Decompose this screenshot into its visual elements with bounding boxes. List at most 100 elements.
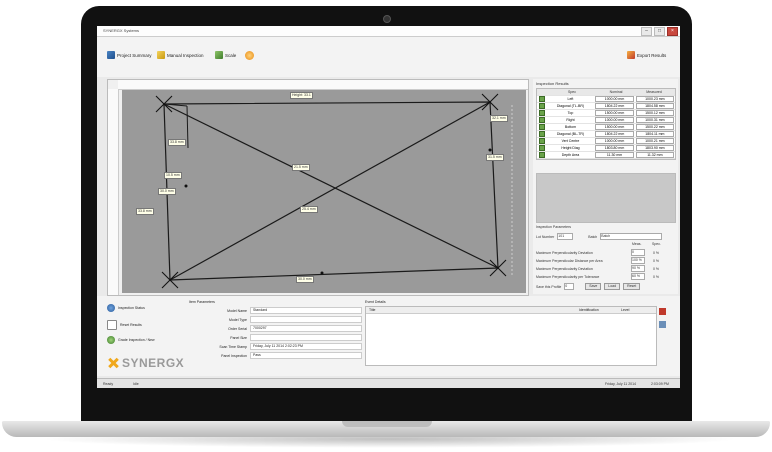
item-field-value[interactable] — [250, 334, 362, 341]
load-button[interactable]: Load — [604, 283, 621, 290]
parameter-label: Maximum Perpendicularity per Tolerance — [536, 274, 600, 279]
row-check-icon[interactable] — [538, 103, 545, 109]
item-field-value[interactable] — [250, 316, 362, 323]
item-field-value[interactable]: 7000297 — [250, 325, 362, 332]
synergx-logo: SYNERGX — [107, 356, 184, 370]
parameter-row: Maximum Perpendicularity per Tolerance 60… — [536, 273, 664, 280]
manual-inspection-label: Manual Inspection — [167, 52, 204, 58]
logo-text: SYNERGX — [122, 356, 185, 370]
row-nominal: 1500.00 mm — [595, 124, 634, 130]
table-row[interactable]: Diagonal (BL-TR) 1804.22 mm 1804.11 mm — [537, 131, 675, 138]
table-row[interactable]: Vert Centre 1000.00 mm 1000.21 mm — [537, 138, 675, 145]
row-check-icon[interactable] — [538, 117, 545, 123]
parameter-label: Maximum Perpendicularity Deviation — [536, 250, 593, 255]
camera-icon — [383, 15, 391, 23]
item-field: Panel Size — [189, 334, 362, 341]
item-field: Order Serial 7000297 — [189, 325, 362, 332]
item-field-label: Model Name — [227, 308, 247, 313]
results-title: Inspection Results — [536, 81, 569, 86]
row-nominal: 1804.22 mm — [595, 131, 634, 137]
project-summary-button[interactable]: Project Summary — [107, 51, 152, 59]
ruler-left — [108, 89, 119, 295]
row-spec: Height Diag — [561, 146, 580, 150]
scale-button[interactable]: Scale — [215, 51, 236, 59]
row-spec: Diagonal (TL-BR) — [556, 104, 585, 108]
row-check-icon[interactable] — [538, 152, 545, 158]
item-field-value[interactable]: Pass — [250, 352, 362, 359]
table-row[interactable]: Diagonal (TL-BR) 1804.22 mm 1804.58 mm — [537, 103, 675, 110]
grade-icon — [107, 336, 115, 344]
measure-label: 33.8 mm — [168, 139, 186, 146]
item-field-value[interactable]: Standard — [250, 307, 362, 314]
item-field-value[interactable]: Friday, July 11 2014 2:02:23 PM — [250, 343, 362, 350]
measure-label: 30.0 mm — [296, 276, 314, 283]
checkbox-icon — [107, 320, 117, 330]
inspection-parameters: Inspection Parameters Lot Number 101 Bat… — [536, 225, 674, 291]
table-row[interactable]: Bottom 1500.00 mm 1500.22 mm — [537, 124, 675, 131]
grade-inspection-option[interactable]: Grade Inspection / New — [107, 336, 155, 344]
row-check-icon[interactable] — [538, 110, 545, 116]
events-col-title: Title — [369, 308, 376, 312]
minimize-button[interactable]: – — [641, 27, 652, 36]
row-check-icon[interactable] — [538, 131, 545, 137]
item-field-label: Order Serial — [228, 326, 247, 331]
measure-label: 10.5 mm — [164, 172, 182, 179]
row-check-icon[interactable] — [538, 96, 545, 102]
table-row[interactable]: Height Diag 1803.80 mm 1803.90 mm — [537, 145, 675, 152]
status-ready: Ready — [103, 382, 114, 386]
bottom-panel: Inspection Status Reset Results Grade In… — [97, 296, 680, 376]
reset-results-option[interactable]: Reset Results — [107, 320, 142, 330]
inspection-canvas[interactable]: Height: 33.1 32.1 mm 33.8 mm 31.5 mm 10.… — [107, 79, 529, 296]
results-panel: Inspection Results Spec Nominal Measured… — [533, 79, 678, 294]
event-details: Event Details Title Identification Level — [365, 300, 657, 370]
table-row[interactable]: Depth Area 11.30 mm 11.32 mm — [537, 152, 675, 159]
save-profile-input[interactable]: 0 — [564, 283, 575, 290]
item-field: Model Type — [189, 316, 362, 323]
measure-label: 21.5 mm — [292, 164, 310, 171]
measure-label: Height: 33.1 — [290, 92, 313, 99]
item-field: Panel Inspection Pass — [189, 352, 362, 359]
export-results-label: Export Results — [637, 52, 667, 58]
parameter-value[interactable]: 60 % — [631, 273, 645, 280]
row-check-icon[interactable] — [538, 124, 545, 130]
inspection-status-option[interactable]: Inspection Status — [107, 304, 145, 312]
lot-input[interactable]: 101 — [557, 233, 574, 240]
table-row[interactable]: Right 1000.00 mm 1000.31 mm — [537, 117, 675, 124]
grade-inspection-label: Grade Inspection / New — [118, 338, 155, 342]
row-nominal: 1803.80 mm — [595, 145, 634, 151]
save-button[interactable]: Save — [585, 283, 602, 290]
panel-view[interactable]: Height: 33.1 32.1 mm 33.8 mm 31.5 mm 10.… — [122, 90, 526, 293]
parameter-value[interactable]: 100 % — [631, 257, 645, 264]
events-table[interactable]: Title Identification Level — [365, 306, 657, 366]
item-field-label: Scan Time Stamp — [219, 344, 247, 349]
reset-results-label: Reset Results — [120, 323, 142, 327]
delete-icon[interactable] — [659, 308, 666, 315]
parameter-row: Maximum Perpendicularity Deviation 0 0 % — [536, 249, 664, 256]
measure-label: 31.5 mm — [486, 154, 504, 161]
table-row[interactable]: Top 1500.00 mm 1500.12 mm — [537, 110, 675, 117]
reset-button[interactable]: Reset — [623, 283, 641, 290]
row-measured: 1000.23 mm — [635, 96, 675, 102]
parameter-label: Maximum Perpendicular Distance per Area — [536, 258, 603, 263]
table-row[interactable]: Left 1000.00 mm 1000.23 mm — [537, 96, 675, 103]
row-check-icon[interactable] — [538, 138, 545, 144]
row-check-icon[interactable] — [538, 145, 545, 151]
maximize-button[interactable]: □ — [654, 27, 665, 36]
export-icon[interactable] — [659, 321, 666, 328]
export-results-button[interactable]: Export Results — [627, 51, 666, 59]
row-measured: 1803.90 mm — [635, 145, 675, 151]
batch-select[interactable]: Batch — [600, 233, 663, 240]
row-spec: Left — [567, 97, 574, 101]
help-button[interactable] — [245, 51, 254, 60]
parameter-value[interactable]: 90 % — [631, 265, 645, 272]
window-title: SYNERGX Systems — [103, 28, 140, 33]
parameter-value[interactable]: 0 — [631, 249, 645, 256]
row-measured: 1500.22 mm — [635, 124, 675, 130]
close-button[interactable]: × — [667, 27, 678, 36]
row-measured: 1000.21 mm — [635, 138, 675, 144]
row-measured: 1804.58 mm — [635, 103, 675, 109]
manual-inspection-button[interactable]: Manual Inspection — [157, 51, 204, 59]
status-date: Friday, July 11 2014 — [605, 382, 636, 386]
item-field-label: Panel Size — [230, 335, 247, 340]
events-title: Event Details — [365, 300, 386, 304]
